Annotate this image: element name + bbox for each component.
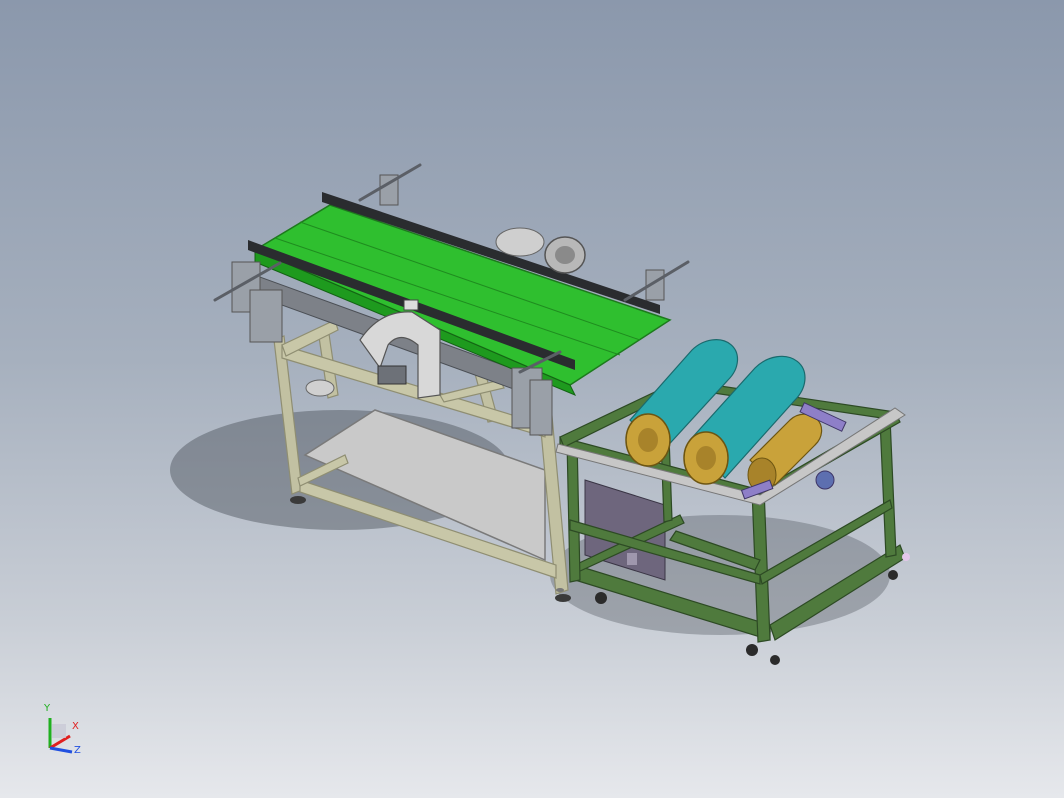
triad-y-label: Y — [44, 703, 51, 714]
triad-z-label: Z — [74, 745, 81, 756]
cabinet-handle — [627, 553, 637, 565]
triad-axes — [48, 718, 73, 754]
coordinate-triad: Y X Z — [30, 700, 100, 770]
cad-viewport[interactable]: Y X Z — [0, 0, 1064, 798]
side-pulley — [305, 379, 335, 397]
conveyor-assembly-model[interactable] — [0, 0, 1064, 798]
triad-x-label: X — [72, 721, 79, 732]
